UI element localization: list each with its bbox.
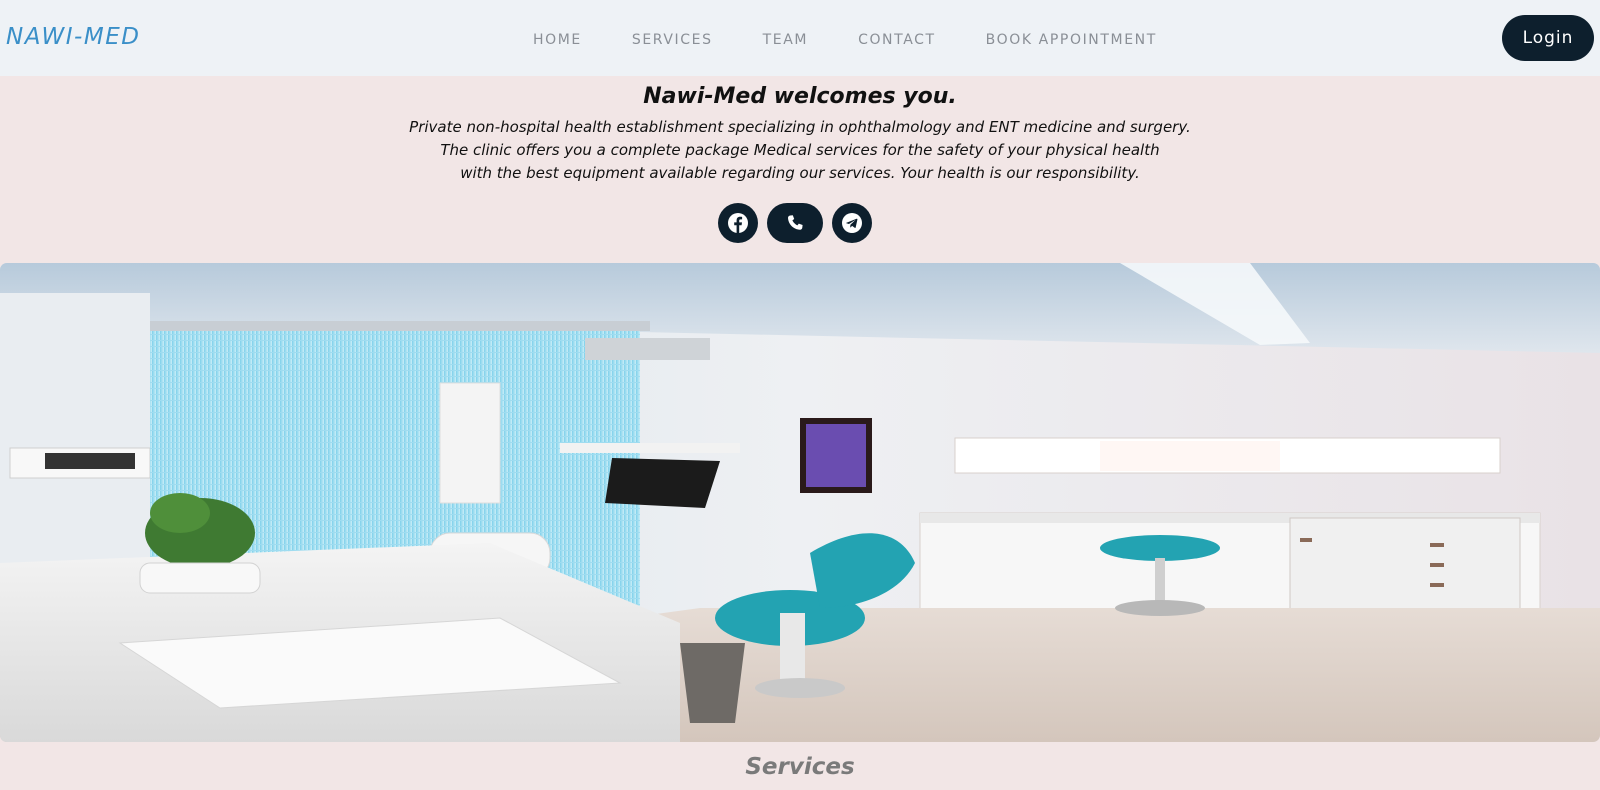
social-links [718,203,872,243]
services-heading: Services [745,754,855,780]
nav-links: HOME SERVICES TEAM CONTACT BOOK APPOINTM… [533,30,1157,50]
welcome-line-2: The clinic offers you a complete package… [440,141,1160,159]
nav-home[interactable]: HOME [533,32,582,48]
welcome-title: Nawi-Med welcomes you. [643,84,957,109]
login-button[interactable]: Login [1502,15,1594,61]
brand-logo[interactable]: NAWI-MED [6,24,140,50]
nav-services[interactable]: SERVICES [632,32,713,48]
telegram-button[interactable] [832,203,872,243]
facebook-button[interactable] [718,203,758,243]
phone-icon [788,215,803,230]
hero-image [0,263,1600,742]
welcome-description: Private non-hospital health establishmen… [0,116,1600,185]
navbar: NAWI-MED HOME SERVICES TEAM CONTACT BOOK… [0,0,1600,76]
facebook-icon [728,213,748,233]
welcome-line-1: Private non-hospital health establishmen… [409,118,1191,136]
nav-contact[interactable]: CONTACT [858,32,936,48]
nav-team[interactable]: TEAM [763,32,808,48]
telegram-icon [842,213,862,233]
welcome-line-3: with the best equipment available regard… [460,164,1140,182]
dental-clinic-photo [0,263,1600,742]
phone-button[interactable] [767,203,823,243]
nav-book-appointment[interactable]: BOOK APPOINTMENT [986,32,1157,48]
